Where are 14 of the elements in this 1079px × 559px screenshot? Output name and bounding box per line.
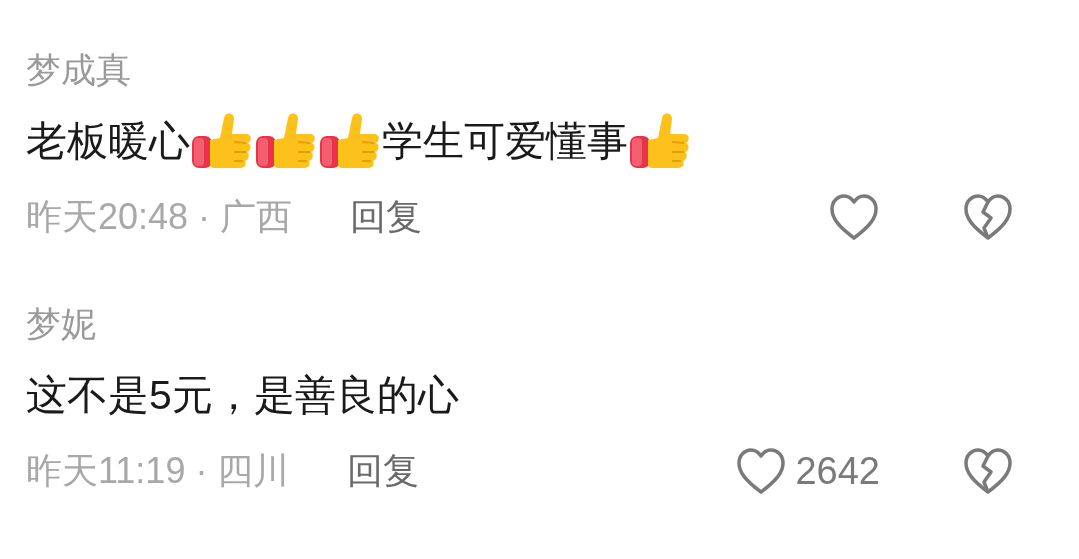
comment-text: 学生可爱懂事 [382, 117, 628, 166]
heart-icon[interactable] [828, 192, 880, 242]
reply-button[interactable]: 回复 [350, 190, 423, 244]
like-count: 2642 [795, 448, 880, 494]
reply-button[interactable]: 回复 [347, 444, 420, 498]
username[interactable]: 梦成真 [26, 48, 131, 92]
username[interactable]: 梦妮 [26, 302, 96, 346]
comment-text: 老板暖心 [26, 117, 190, 166]
comment-meta: 昨天11:19 · 四川 [26, 449, 290, 493]
broken-heart-icon[interactable] [962, 192, 1014, 242]
comment-meta: 昨天20:48 · 广西 [26, 195, 293, 239]
comment-text: 这不是5元，是善良的心 [26, 371, 459, 420]
broken-heart-icon[interactable] [962, 446, 1014, 496]
heart-icon[interactable] [735, 446, 788, 496]
